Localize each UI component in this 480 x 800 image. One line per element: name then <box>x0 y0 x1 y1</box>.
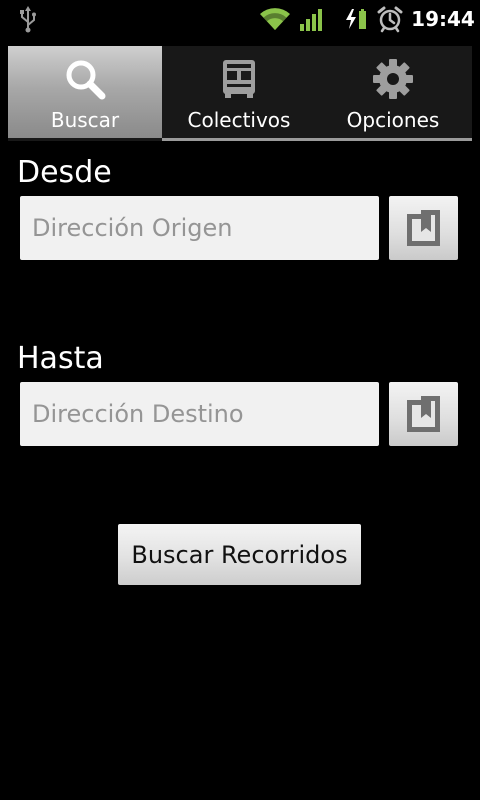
tab-indicator-strip <box>162 138 472 141</box>
signal-icon <box>300 9 322 31</box>
origin-label: Desde <box>17 155 112 190</box>
tab-colectivos[interactable]: Colectivos <box>162 46 316 138</box>
tab-buscar[interactable]: Buscar <box>8 46 162 138</box>
bookmark-icon <box>407 210 440 246</box>
status-clock: 19:44 <box>411 7 475 31</box>
gear-icon <box>373 59 413 99</box>
destination-label: Hasta <box>17 341 104 376</box>
bookmark-icon <box>407 396 440 432</box>
origin-bookmark-button[interactable] <box>389 196 458 260</box>
search-routes-button[interactable]: Buscar Recorridos <box>118 524 361 585</box>
app-screen: 19:44 Buscar Colectivos Opciones Desde D… <box>0 0 480 800</box>
destination-address-input[interactable] <box>20 382 379 446</box>
status-bar: 19:44 <box>0 0 480 38</box>
battery-charging-icon <box>346 9 366 29</box>
destination-bookmark-button[interactable] <box>389 382 458 446</box>
alarm-icon <box>377 6 403 33</box>
tab-bar: Buscar Colectivos Opciones <box>8 46 472 141</box>
search-icon <box>66 60 106 100</box>
wifi-icon <box>260 8 290 31</box>
origin-address-input[interactable] <box>20 196 379 260</box>
tab-label: Buscar <box>50 108 120 132</box>
usb-icon <box>20 6 36 33</box>
tab-label: Colectivos <box>187 108 291 132</box>
bus-icon <box>223 60 255 98</box>
tab-label: Opciones <box>346 108 440 132</box>
tab-opciones[interactable]: Opciones <box>316 46 470 138</box>
